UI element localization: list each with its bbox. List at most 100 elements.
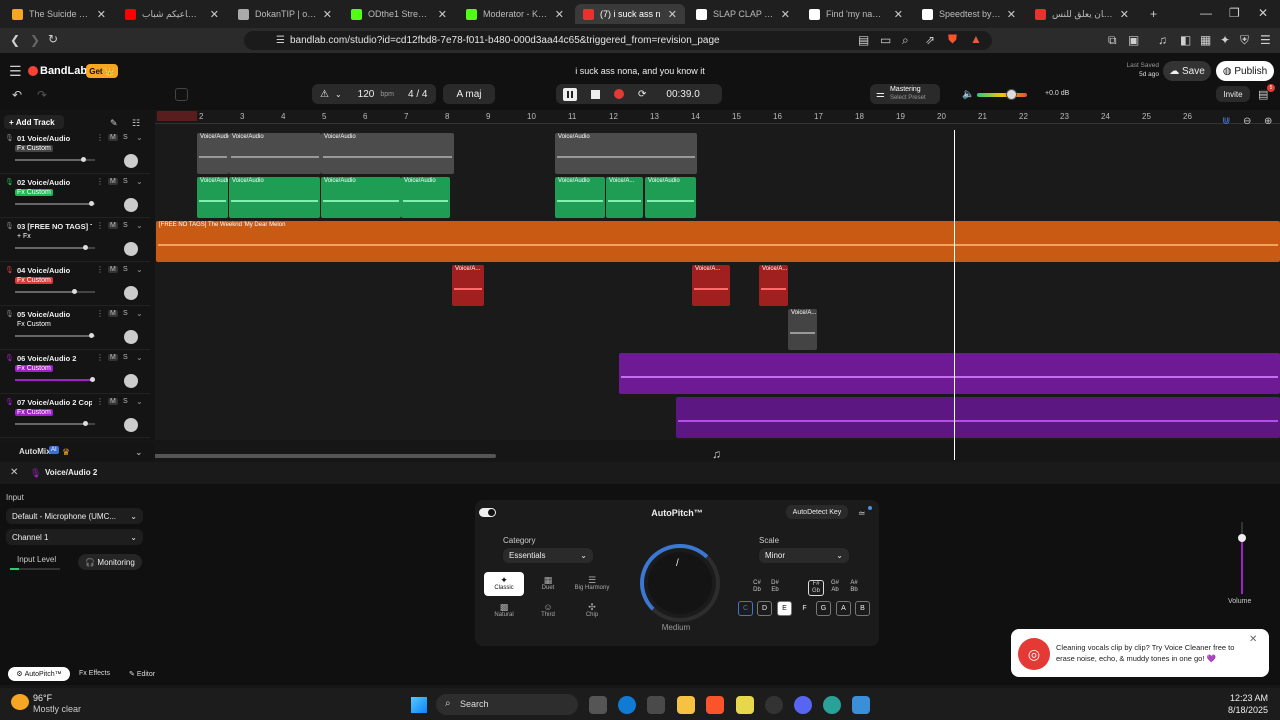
key-selector[interactable]: A maj xyxy=(443,84,495,104)
track-menu-icon[interactable]: ⋮ xyxy=(96,397,104,406)
natural-key-button[interactable]: C xyxy=(738,601,753,616)
natural-key-button[interactable]: F xyxy=(797,601,812,616)
wallet-icon[interactable]: ▦ xyxy=(1200,34,1211,46)
forward-icon[interactable]: ❯ xyxy=(30,34,40,46)
loop-icon[interactable]: ⟳ xyxy=(638,89,646,100)
cast-icon[interactable]: ▭ xyxy=(880,34,891,46)
sharp-key-button[interactable]: F# Gb xyxy=(808,580,824,596)
browser-tab[interactable]: ODthe1 Stream - Watc ✕ xyxy=(343,4,455,24)
tab-editor[interactable]: ✎ Editor xyxy=(129,670,155,678)
chevron-down-icon[interactable]: ⌄ xyxy=(136,353,143,362)
track-menu-icon[interactable]: ⋮ xyxy=(96,177,104,186)
pan-knob[interactable] xyxy=(124,330,138,344)
tab-close-icon[interactable]: ✕ xyxy=(323,8,332,21)
browser-tab[interactable]: Moderator - Kick Dash ✕ xyxy=(458,4,572,24)
edge-icon[interactable] xyxy=(618,696,636,714)
monitoring-button[interactable]: 🎧 Monitoring xyxy=(78,554,142,570)
discord-icon[interactable] xyxy=(794,696,812,714)
fx-badge[interactable]: Fx Custom xyxy=(15,277,53,284)
track-name[interactable]: 02 Voice/Audio xyxy=(17,178,92,187)
master-volume-slider[interactable] xyxy=(977,89,1027,100)
track-volume-slider[interactable] xyxy=(15,157,95,162)
undo-icon[interactable]: ↶ xyxy=(12,89,22,101)
mute-button[interactable]: M xyxy=(108,398,118,405)
chevron-down-icon[interactable]: ⌄ xyxy=(136,177,143,186)
horizontal-scrollbar[interactable] xyxy=(150,454,496,458)
audio-clip[interactable]: Voice/Audio xyxy=(229,133,321,174)
github-icon[interactable] xyxy=(765,696,783,714)
clock-time[interactable]: 12:23 AM xyxy=(1220,693,1268,703)
sharp-key-button[interactable]: G# Ab xyxy=(827,580,843,594)
volume-knob[interactable] xyxy=(89,333,94,338)
track-menu-icon[interactable]: ⋮ xyxy=(96,133,104,142)
window-close-icon[interactable]: ✕ xyxy=(1258,7,1268,19)
music-icon[interactable]: ♫ xyxy=(1158,34,1167,46)
mute-button[interactable]: M xyxy=(108,266,118,273)
new-tab-icon[interactable]: + xyxy=(1150,8,1157,20)
track-settings-icon[interactable]: ☷ xyxy=(132,117,140,129)
natural-key-button[interactable]: B xyxy=(855,601,870,616)
volume-knob[interactable] xyxy=(72,289,78,294)
audio-clip[interactable]: Voice/A... xyxy=(788,309,817,350)
natural-key-button[interactable]: A xyxy=(836,601,851,616)
photos-icon[interactable] xyxy=(852,696,870,714)
solo-button[interactable]: S xyxy=(123,398,128,405)
timeline-ruler[interactable]: 1234567891011121314151617181920212223242… xyxy=(155,110,1280,124)
input-device-select[interactable]: Default - Microphone (UMC... ⌄ xyxy=(6,508,143,524)
track-volume-slider[interactable] xyxy=(15,421,95,426)
track-header[interactable]: 🎙 02 Voice/Audio ⋮ M S ⌄ Fx Custom xyxy=(0,174,150,218)
track-name[interactable]: 07 Voice/Audio 2 Copy xyxy=(17,398,92,407)
volume-knob[interactable] xyxy=(89,377,95,382)
pan-knob[interactable] xyxy=(124,374,138,388)
track-volume-slider[interactable] xyxy=(15,377,95,382)
audio-clip[interactable]: Voice/A... xyxy=(692,265,730,306)
track-header[interactable]: 🎙 07 Voice/Audio 2 Copy ⋮ M S ⌄ Fx Custom xyxy=(0,394,150,438)
fx-badge[interactable]: Fx Custom xyxy=(15,365,53,372)
start-icon[interactable] xyxy=(411,697,427,713)
audio-clip[interactable]: Voice/Audio xyxy=(197,133,229,174)
audio-clip[interactable]: Voice/A... xyxy=(606,177,643,218)
project-title[interactable]: i suck ass nona, and you know it xyxy=(0,66,1280,76)
track-volume-slider[interactable] xyxy=(15,245,95,250)
mute-button[interactable]: M xyxy=(108,310,118,317)
track-volume-slider[interactable] xyxy=(1238,522,1246,594)
metronome-toggle-icon[interactable] xyxy=(175,88,188,101)
solo-button[interactable]: S xyxy=(123,310,128,317)
automix-expand-icon[interactable]: ⌄ xyxy=(135,446,143,458)
natural-key-button[interactable]: E xyxy=(777,601,792,616)
save-button[interactable]: ☁ Save xyxy=(1163,61,1211,81)
audio-clip[interactable] xyxy=(676,397,1280,438)
track-header[interactable]: 🎙 01 Voice/Audio ⋮ M S ⌄ Fx Custom xyxy=(0,130,150,174)
preset-button[interactable]: ▦ Duet xyxy=(528,572,568,596)
tab-effects[interactable]: Fx Effects xyxy=(79,670,110,677)
browser-tab[interactable]: ساعيكم شباب - be (88) ✕ xyxy=(117,4,227,24)
minimize-icon[interactable]: — xyxy=(1200,7,1212,19)
brave-icon[interactable] xyxy=(706,696,724,714)
tab-close-icon[interactable]: ✕ xyxy=(438,8,447,21)
extensions-icon[interactable]: ⧉ xyxy=(1108,34,1117,46)
playhead[interactable] xyxy=(954,130,955,460)
site-info-icon[interactable]: ☰ xyxy=(276,35,285,47)
sharp-key-button[interactable]: C# Db xyxy=(749,580,765,594)
track-name[interactable]: 06 Voice/Audio 2 xyxy=(17,354,92,363)
add-loop-icon[interactable]: ♫ xyxy=(712,448,721,460)
fx-badge[interactable]: Fx Custom xyxy=(15,189,53,196)
back-icon[interactable]: ❮ xyxy=(10,34,20,46)
toast-close-icon[interactable]: ✕ xyxy=(1249,634,1257,646)
close-panel-icon[interactable]: ✕ xyxy=(10,467,18,479)
sidebar-icon[interactable]: ◧ xyxy=(1180,34,1191,46)
tab-close-icon[interactable]: ✕ xyxy=(555,8,564,21)
maximize-icon[interactable]: ❐ xyxy=(1229,7,1240,19)
audio-clip[interactable] xyxy=(619,353,1280,394)
track-volume-slider[interactable] xyxy=(15,201,95,206)
time-signature[interactable]: 4 / 4 xyxy=(408,89,427,100)
preset-button[interactable]: ✦ Classic xyxy=(484,572,524,596)
pan-knob[interactable] xyxy=(124,154,138,168)
menu-icon[interactable]: ☰ xyxy=(1260,34,1271,46)
task-view-icon[interactable] xyxy=(589,696,607,714)
screenshot-icon[interactable]: ▣ xyxy=(1128,34,1139,46)
tab-close-icon[interactable]: ✕ xyxy=(894,8,903,21)
audio-clip[interactable]: Voice/Audio xyxy=(229,177,320,218)
reload-icon[interactable]: ↻ xyxy=(48,33,58,45)
track-name[interactable]: 01 Voice/Audio xyxy=(17,134,92,143)
